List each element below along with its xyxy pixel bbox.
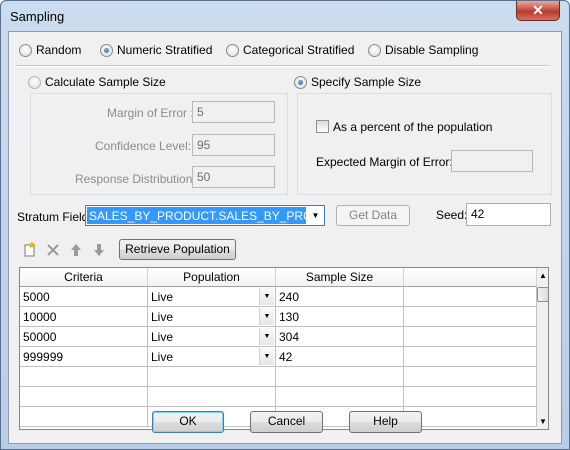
stratum-field-dropdown[interactable]: SALES_BY_PRODUCT.SALES_BY_PRODUCT ▼: [85, 205, 325, 226]
confidence-level-label: Confidence Level:: [95, 139, 192, 153]
cell-criteria[interactable]: 5000: [20, 287, 148, 307]
cell-empty[interactable]: [148, 367, 276, 387]
chevron-down-icon[interactable]: ▼: [259, 348, 274, 365]
response-distribution-label: Response Distribution:: [75, 172, 196, 186]
margin-of-error-field[interactable]: 5: [192, 101, 275, 123]
close-icon: ✕: [532, 2, 544, 18]
window-title: Sampling: [10, 9, 65, 24]
cell-empty[interactable]: [276, 387, 404, 407]
cell-population[interactable]: Live ▼: [148, 327, 276, 347]
radio-numeric-stratified-label[interactable]: Numeric Stratified: [117, 43, 212, 57]
seed-label: Seed:: [436, 208, 468, 222]
chevron-down-icon[interactable]: ▼: [307, 206, 324, 225]
column-header-population[interactable]: Population: [148, 268, 276, 287]
grid-vertical-scrollbar[interactable]: ▲ ▼: [537, 268, 548, 429]
expected-margin-field[interactable]: [451, 150, 533, 172]
cell-sample-size[interactable]: 240: [276, 287, 404, 307]
radio-numeric-stratified[interactable]: [100, 44, 113, 57]
cell-extra[interactable]: [404, 347, 537, 367]
radio-random[interactable]: [19, 44, 32, 57]
stratum-field-value: SALES_BY_PRODUCT.SALES_BY_PRODUCT: [87, 207, 306, 224]
cell-population[interactable]: Live ▼: [148, 307, 276, 327]
population-value: Live: [151, 310, 174, 324]
response-distribution-field[interactable]: 50: [192, 166, 275, 188]
move-up-icon[interactable]: [68, 242, 84, 258]
cell-empty[interactable]: [20, 387, 148, 407]
column-header-sample-size[interactable]: Sample Size: [276, 268, 404, 287]
dialog-client-area: Random Numeric Stratified Categorical St…: [8, 31, 562, 444]
retrieve-population-button[interactable]: Retrieve Population: [119, 239, 236, 260]
delete-row-icon[interactable]: [45, 242, 61, 258]
new-row-icon[interactable]: [22, 241, 38, 257]
radio-categorical-stratified-label[interactable]: Categorical Stratified: [243, 43, 354, 57]
stratum-field-label: Stratum Field:: [17, 210, 92, 224]
cell-empty[interactable]: [404, 367, 537, 387]
calculate-sample-size-label[interactable]: Calculate Sample Size: [45, 75, 166, 89]
sampling-dialog: Sampling ✕ Random Numeric Stratified Cat…: [0, 0, 570, 450]
scroll-down-icon[interactable]: ▼: [537, 416, 548, 428]
chevron-down-icon[interactable]: ▼: [259, 328, 274, 345]
close-button[interactable]: ✕: [516, 1, 560, 21]
cell-sample-size[interactable]: 42: [276, 347, 404, 367]
ok-button[interactable]: OK: [152, 411, 224, 433]
percent-of-population-checkbox[interactable]: [316, 120, 329, 133]
radio-disable-sampling-label[interactable]: Disable Sampling: [385, 43, 478, 57]
cell-extra[interactable]: [404, 327, 537, 347]
cell-sample-size[interactable]: 130: [276, 307, 404, 327]
radio-disable-sampling[interactable]: [368, 44, 381, 57]
cell-empty[interactable]: [404, 407, 537, 427]
move-down-icon[interactable]: [91, 242, 107, 258]
specify-group: [297, 93, 552, 195]
population-value: Live: [151, 290, 174, 304]
radio-categorical-stratified[interactable]: [226, 44, 239, 57]
cell-criteria[interactable]: 10000: [20, 307, 148, 327]
cell-criteria[interactable]: 999999: [20, 347, 148, 367]
separator: [16, 65, 550, 67]
percent-of-population-label[interactable]: As a percent of the population: [333, 120, 492, 134]
scroll-up-icon[interactable]: ▲: [537, 270, 548, 282]
scroll-thumb[interactable]: [537, 287, 548, 302]
radio-specify-sample-size[interactable]: [294, 76, 307, 89]
cell-population[interactable]: Live ▼: [148, 287, 276, 307]
cell-empty[interactable]: [20, 367, 148, 387]
expected-margin-label: Expected Margin of Error:: [316, 155, 453, 169]
cell-criteria[interactable]: 50000: [20, 327, 148, 347]
margin-of-error-label: Margin of Error :: [107, 106, 194, 120]
cell-sample-size[interactable]: 304: [276, 327, 404, 347]
get-data-button[interactable]: Get Data: [336, 205, 410, 226]
seed-field[interactable]: 42: [466, 203, 551, 226]
cancel-button[interactable]: Cancel: [250, 411, 323, 433]
chevron-down-icon[interactable]: ▼: [259, 308, 274, 325]
title-bar[interactable]: Sampling ✕: [1, 1, 569, 31]
cell-extra[interactable]: [404, 287, 537, 307]
cell-extra[interactable]: [404, 307, 537, 327]
column-header-extra[interactable]: [404, 268, 537, 287]
specify-sample-size-label[interactable]: Specify Sample Size: [311, 75, 421, 89]
radio-random-label[interactable]: Random: [36, 43, 81, 57]
confidence-level-field[interactable]: 95: [192, 134, 275, 156]
cell-empty[interactable]: [276, 367, 404, 387]
chevron-down-icon[interactable]: ▼: [259, 288, 274, 305]
cell-empty[interactable]: [20, 407, 148, 427]
column-header-criteria[interactable]: Criteria: [20, 268, 148, 287]
population-value: Live: [151, 330, 174, 344]
help-button[interactable]: Help: [349, 411, 422, 433]
cell-empty[interactable]: [404, 387, 537, 407]
population-value: Live: [151, 350, 174, 364]
cell-empty[interactable]: [148, 387, 276, 407]
strata-grid: Criteria Population Sample Size 5000 Liv…: [19, 267, 549, 430]
cell-population[interactable]: Live ▼: [148, 347, 276, 367]
radio-calculate-sample-size[interactable]: [28, 76, 41, 89]
